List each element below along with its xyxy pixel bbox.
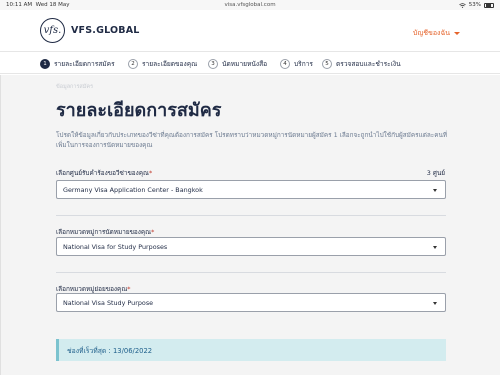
step-label: รายละเอียดของคุณ bbox=[142, 60, 198, 68]
battery-percent: 53% bbox=[468, 2, 481, 8]
step-label: รายละเอียดการสมัคร bbox=[54, 60, 115, 68]
vfs-logo-mark: vfs. bbox=[40, 18, 65, 43]
step-number: 5 bbox=[322, 58, 332, 69]
account-label: บัญชีของฉัน bbox=[412, 29, 450, 37]
dropdown-arrow-icon bbox=[433, 189, 437, 192]
step-your-details[interactable]: 2 รายละเอียดของคุณ bbox=[128, 58, 197, 69]
visa-center-label: เลือกศูนย์รับคำร้องขอวีซ่าของคุณ* bbox=[56, 169, 153, 177]
step-number: 1 bbox=[40, 58, 50, 69]
step-book-appointment[interactable]: 3 นัดหมายหนังสือ bbox=[208, 58, 267, 69]
divider bbox=[56, 272, 446, 273]
step-label: บริการ bbox=[294, 60, 313, 68]
step-number: 4 bbox=[280, 58, 290, 69]
progress-steps: 1 รายละเอียดการสมัคร 2 รายละเอียดของคุณ … bbox=[0, 52, 500, 74]
account-menu-button[interactable]: บัญชีของฉัน bbox=[413, 28, 460, 39]
dropdown-arrow-icon bbox=[433, 302, 437, 305]
appointment-category-select[interactable]: National Visa for Study Purposes bbox=[56, 237, 446, 256]
divider bbox=[56, 215, 446, 216]
earliest-slot-notice: ช่องที่เร็วที่สุด : 13/06/2022 bbox=[56, 339, 446, 361]
intro-text: โปรดให้ข้อมูลเกี่ยวกับประเภทของวีซ่าที่ค… bbox=[56, 131, 448, 149]
breadcrumb: ข้อมูลการสมัคร bbox=[56, 84, 94, 90]
step-number: 2 bbox=[128, 58, 138, 69]
page-title: รายละเอียดการสมัคร bbox=[56, 100, 222, 121]
step-number: 3 bbox=[208, 58, 218, 69]
step-label: ตรวจสอบและชำระเงิน bbox=[336, 60, 401, 68]
step-review-payment[interactable]: 5 ตรวจสอบและชำระเงิน bbox=[322, 58, 401, 69]
center-count: 3 ศูนย์ bbox=[426, 169, 445, 177]
appointment-category-value: National Visa for Study Purposes bbox=[63, 242, 168, 251]
step-application-details[interactable]: 1 รายละเอียดการสมัคร bbox=[40, 58, 115, 69]
wifi-icon bbox=[459, 2, 466, 8]
dropdown-arrow-icon bbox=[433, 246, 437, 249]
step-services[interactable]: 4 บริการ bbox=[280, 58, 313, 69]
ipad-status-bar: 10:11 AM Wed 18 May visa.vfsglobal.com 5… bbox=[0, 0, 500, 10]
site-header: vfs. VFS.GLOBAL บัญชีของฉัน bbox=[0, 10, 500, 52]
vfs-logo-text: VFS.GLOBAL bbox=[71, 25, 140, 36]
status-indicators: 53% bbox=[459, 2, 494, 8]
address-bar-url[interactable]: visa.vfsglobal.com bbox=[0, 2, 500, 8]
visa-center-select[interactable]: Germany Visa Application Center - Bangko… bbox=[56, 180, 446, 199]
step-label: นัดหมายหนังสือ bbox=[222, 60, 268, 68]
main-content: ข้อมูลการสมัคร รายละเอียดการสมัคร โปรดให… bbox=[0, 75, 500, 375]
appointment-category-label: เลือกหมวดหมู่การนัดหมายของคุณ* bbox=[56, 228, 155, 236]
subcategory-value: National Visa Study Purpose bbox=[63, 298, 154, 307]
subcategory-select[interactable]: National Visa Study Purpose bbox=[56, 293, 446, 312]
battery-icon bbox=[484, 2, 494, 8]
chevron-down-icon bbox=[454, 32, 460, 35]
visa-center-value: Germany Visa Application Center - Bangko… bbox=[63, 185, 203, 194]
vfs-logo[interactable]: vfs. VFS.GLOBAL bbox=[40, 18, 140, 43]
